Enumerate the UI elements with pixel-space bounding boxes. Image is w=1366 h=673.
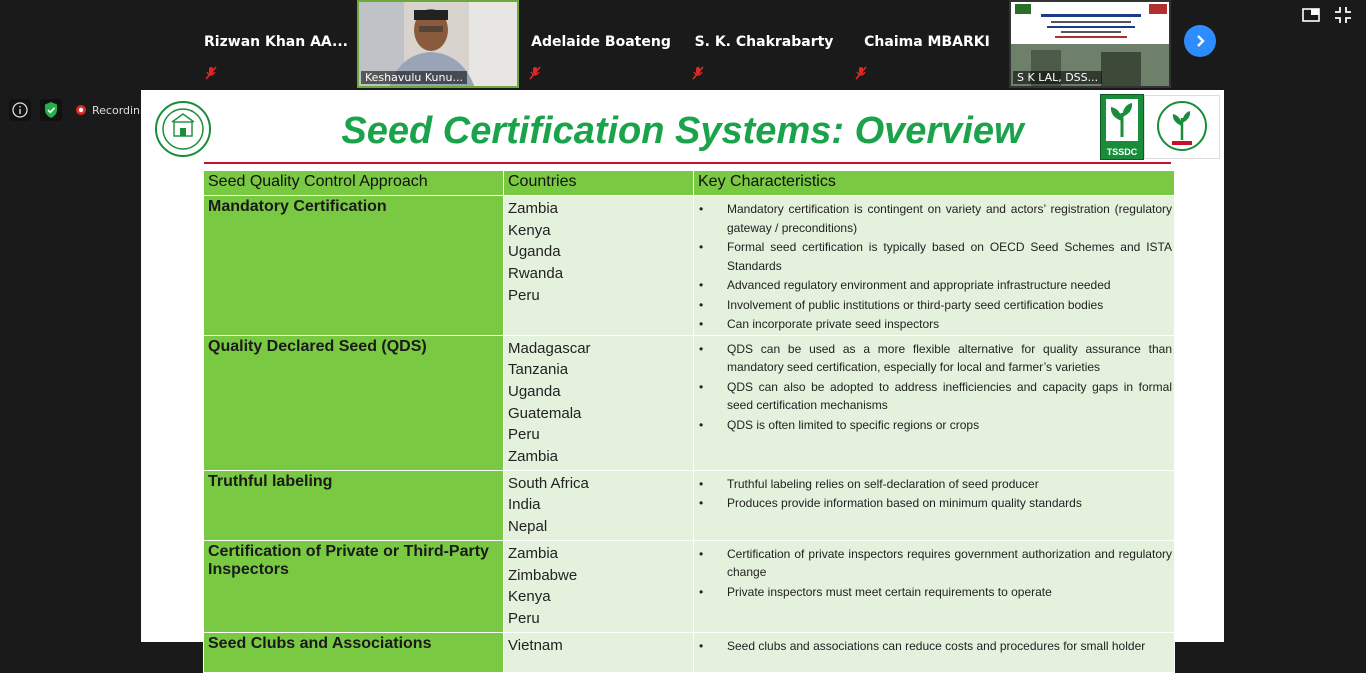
mic-muted-icon — [691, 65, 705, 84]
country: South Africa — [508, 474, 589, 492]
table-row: Seed Clubs and Associations Vietnam Seed… — [203, 631, 1175, 673]
participant-video-tile[interactable]: S K LAL, DSS... — [1009, 0, 1171, 88]
tssdc-logo-text: TSSDC — [1106, 147, 1138, 157]
characteristics-cell: Seed clubs and associations can reduce c… — [693, 631, 1175, 673]
characteristics-cell: Mandatory certification is contingent on… — [693, 195, 1175, 336]
view-layout-icon[interactable] — [1302, 6, 1320, 28]
slide-title: Seed Certification Systems: Overview — [341, 110, 1024, 152]
country: Zimbabwe — [508, 566, 578, 584]
country: Peru — [508, 286, 540, 304]
participant-name: S. K. Chakrabarty — [694, 34, 834, 50]
column-header: Seed Quality Control Approach — [203, 170, 504, 196]
participant-name: Rizwan Khan AA... — [204, 34, 348, 50]
seed-corporation-logo — [1144, 95, 1220, 159]
country: Nepal — [508, 518, 548, 536]
characteristic-item: Mandatory certification is contingent on… — [694, 200, 1172, 237]
participant-tile[interactable]: Rizwan Khan AA... — [196, 0, 356, 88]
country: Vietnam — [508, 636, 563, 654]
country: Madagascar — [508, 339, 591, 357]
countries-cell: Madagascar Tanzania Uganda Guatemala Per… — [503, 334, 694, 471]
plant-icon — [1106, 99, 1138, 141]
country: Kenya — [508, 588, 551, 606]
security-shield-icon[interactable] — [40, 99, 62, 121]
characteristic-item: Involvement of public institutions or th… — [694, 296, 1172, 315]
characteristic-item: Produces provide information based on mi… — [694, 494, 1172, 513]
approach-cell: Mandatory Certification — [203, 195, 504, 336]
characteristics-cell: Truthful labeling relies on self-declara… — [693, 469, 1175, 541]
characteristic-item: Advanced regulatory environment and appr… — [694, 276, 1172, 295]
record-icon — [76, 105, 86, 115]
characteristic-item: Can incorporate private seed inspectors — [694, 315, 1172, 334]
participant-strip: Rizwan Khan AA... Keshavulu Kunu... Adel… — [0, 0, 1366, 90]
mic-muted-icon — [854, 65, 868, 84]
country: Guatemala — [508, 404, 582, 422]
country: Zambia — [508, 200, 559, 217]
participant-tile[interactable]: Chaima MBARKI — [846, 0, 1008, 88]
table-row: Certification of Private or Third-Party … — [203, 539, 1175, 633]
country: Peru — [508, 426, 540, 444]
table-row: Quality Declared Seed (QDS) Madagascar T… — [203, 334, 1175, 471]
country: Uganda — [508, 243, 561, 261]
country: Uganda — [508, 382, 561, 400]
characteristic-item: Seed clubs and associations can reduce c… — [694, 637, 1172, 656]
approach-cell: Truthful labeling — [203, 469, 504, 541]
mic-muted-icon — [528, 65, 542, 84]
approach-cell: Certification of Private or Third-Party … — [203, 539, 504, 633]
characteristic-item: QDS can also be adopted to address ineff… — [694, 378, 1172, 415]
characteristics-cell: QDS can be used as a more flexible alter… — [693, 334, 1175, 471]
country: Peru — [508, 609, 540, 627]
table-row: Mandatory Certification Zambia Kenya Uga… — [203, 195, 1175, 336]
shared-slide: Seed Certification Systems: Overview TSS… — [141, 90, 1224, 673]
chevron-right-icon — [1197, 35, 1205, 47]
country: Rwanda — [508, 265, 564, 283]
mic-muted-icon — [204, 65, 218, 84]
participant-name: S K LAL, DSS... — [1013, 71, 1103, 84]
characteristic-item: Truthful labeling relies on self-declara… — [694, 475, 1172, 494]
certification-table: Seed Quality Control Approach Countries … — [203, 170, 1175, 673]
exit-fullscreen-icon[interactable] — [1334, 6, 1352, 28]
next-page-button[interactable] — [1184, 25, 1216, 57]
info-icon[interactable] — [9, 99, 31, 121]
table-header-row: Seed Quality Control Approach Countries … — [203, 170, 1175, 196]
countries-cell: Zambia Kenya Uganda Rwanda Peru — [503, 195, 694, 336]
country: Zambia — [508, 448, 559, 466]
tssdc-logo: TSSDC — [1100, 94, 1144, 160]
countries-cell: Zambia Zimbabwe Kenya Peru — [503, 539, 694, 633]
title-divider — [204, 162, 1171, 164]
participant-video-tile[interactable]: Keshavulu Kunu... — [357, 0, 519, 88]
table-row: Truthful labeling South Africa India Nep… — [203, 469, 1175, 541]
countries-cell: Vietnam — [503, 631, 694, 673]
characteristic-item: QDS is often limited to specific regions… — [694, 416, 1172, 435]
characteristics-cell: Certification of private inspectors requ… — [693, 539, 1175, 633]
participant-tile[interactable]: Adelaide Boateng — [520, 0, 682, 88]
participant-name: Adelaide Boateng — [531, 34, 671, 50]
approach-cell: Seed Clubs and Associations — [203, 631, 504, 673]
countries-cell: South Africa India Nepal — [503, 469, 694, 541]
characteristic-item: Certification of private inspectors requ… — [694, 545, 1172, 582]
recording-indicator[interactable]: Recordin — [75, 99, 140, 121]
participant-name: Keshavulu Kunu... — [361, 71, 467, 84]
characteristic-item: QDS can be used as a more flexible alter… — [694, 340, 1172, 377]
participant-name: Chaima MBARKI — [864, 34, 990, 50]
column-header: Countries — [503, 170, 694, 196]
participant-tile[interactable]: S. K. Chakrabarty — [683, 0, 845, 88]
country: Zambia — [508, 544, 559, 562]
recording-label: Recordin — [92, 103, 141, 117]
country: Tanzania — [508, 361, 569, 379]
column-header: Key Characteristics — [693, 170, 1175, 196]
characteristic-item: Formal seed certification is typically b… — [694, 238, 1172, 275]
characteristic-item: Private inspectors must meet certain req… — [694, 583, 1172, 602]
country: India — [508, 496, 541, 514]
approach-cell: Quality Declared Seed (QDS) — [203, 334, 504, 471]
country: Kenya — [508, 221, 551, 239]
